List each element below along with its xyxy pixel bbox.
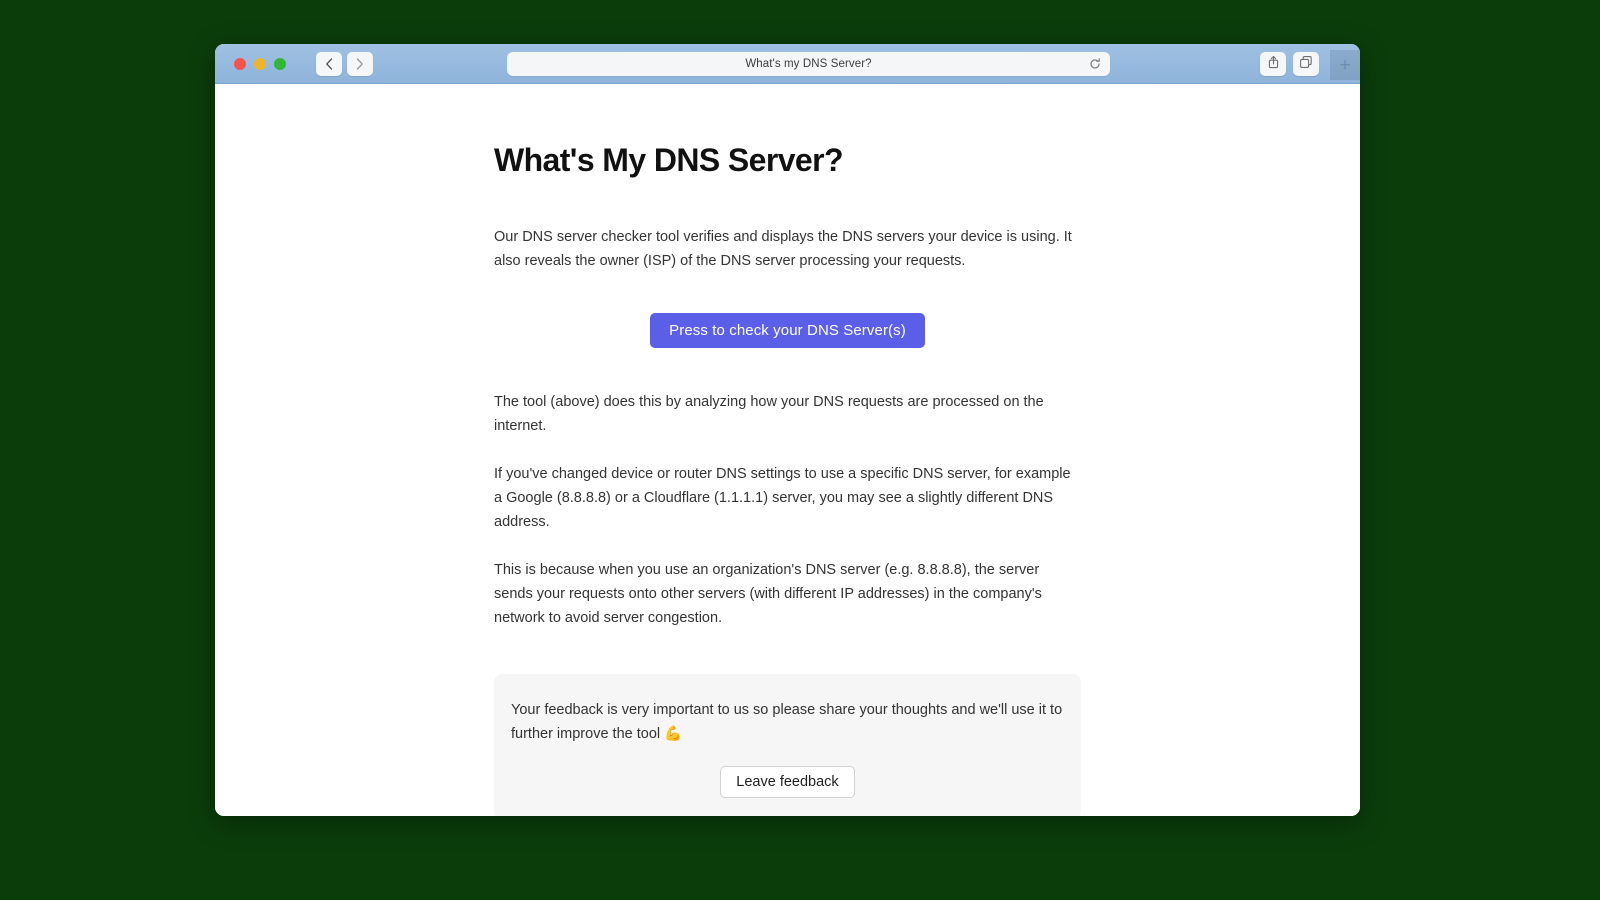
feedback-box: Your feedback is very important to us so… — [494, 674, 1081, 816]
page-title: What's My DNS Server? — [494, 142, 843, 178]
leave-feedback-button[interactable]: Leave feedback — [720, 766, 855, 798]
feedback-message: Your feedback is very important to us so… — [511, 702, 1063, 742]
navigation-buttons — [316, 51, 373, 76]
organization-dns-paragraph: This is because when you use an organiza… — [494, 562, 1042, 626]
titlebar-toolbar-right — [1260, 52, 1319, 76]
custom-dns-paragraph: If you've changed device or router DNS s… — [494, 466, 1071, 530]
new-tab-label: + — [1339, 54, 1351, 76]
address-bar[interactable]: What's my DNS Server? — [507, 52, 1110, 76]
intro-paragraph: Our DNS server checker tool verifies and… — [494, 229, 1072, 269]
address-bar-text: What's my DNS Server? — [745, 58, 872, 70]
chevron-right-icon — [356, 57, 364, 70]
address-bar-container: What's my DNS Server? — [507, 52, 1110, 76]
tabs-overview-icon — [1299, 55, 1313, 74]
browser-titlebar: What's my DNS Server? + — [215, 44, 1360, 84]
tool-explanation-paragraph: The tool (above) does this by analyzing … — [494, 394, 1044, 434]
page-content: What's My DNS Server? Our DNS server che… — [215, 84, 1360, 816]
maximize-window-button[interactable] — [274, 57, 286, 70]
forward-button[interactable] — [347, 51, 373, 76]
chevron-left-icon — [325, 57, 333, 70]
tabs-overview-button[interactable] — [1293, 52, 1319, 76]
check-dns-button[interactable]: Press to check your DNS Server(s) — [650, 313, 925, 348]
back-button[interactable] — [316, 51, 342, 76]
browser-window: What's my DNS Server? + What's My DNS Se… — [215, 44, 1360, 816]
share-button[interactable] — [1260, 52, 1286, 76]
new-tab-button[interactable]: + — [1330, 50, 1360, 80]
feedback-button-row: Leave feedback — [510, 766, 1065, 798]
window-traffic-lights — [223, 57, 286, 70]
minimize-window-button[interactable] — [254, 57, 266, 70]
share-icon — [1267, 55, 1280, 74]
reload-icon[interactable] — [1089, 58, 1101, 70]
content-column: What's My DNS Server? Our DNS server che… — [494, 84, 1081, 816]
cta-row: Press to check your DNS Server(s) — [494, 313, 1081, 348]
close-window-button[interactable] — [234, 57, 246, 70]
